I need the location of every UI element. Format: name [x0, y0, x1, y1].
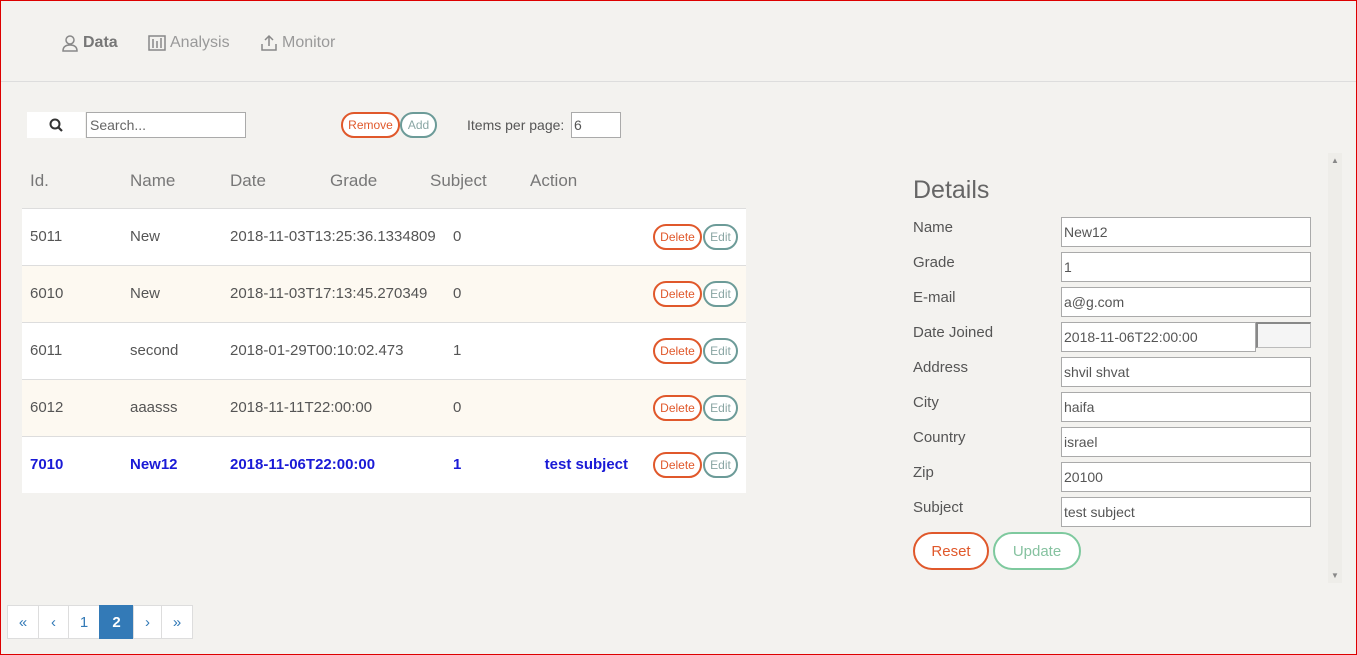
cell-date: 2018-01-29T00:10:02.473	[230, 342, 404, 359]
search-input[interactable]	[86, 112, 246, 138]
edit-button[interactable]: Edit	[703, 338, 738, 364]
cell-subject: test subject	[544, 456, 628, 473]
details-scrollbar[interactable]	[1328, 153, 1342, 583]
city-label: City	[913, 394, 939, 411]
data-table: 5011 New 2018-11-03T13:25:36.1334809 0 D…	[22, 208, 746, 493]
cell-name: New	[130, 285, 161, 302]
top-nav: Data Analysis Monitor	[1, 1, 1356, 82]
name-field[interactable]	[1061, 217, 1311, 247]
edit-button[interactable]: Edit	[703, 281, 738, 307]
nav-tab-data[interactable]: Data	[61, 34, 118, 52]
zip-label: Zip	[913, 464, 934, 481]
country-label: Country	[913, 429, 966, 446]
email-field[interactable]	[1061, 287, 1311, 317]
add-button[interactable]: Add	[400, 112, 437, 138]
date-joined-label: Date Joined	[913, 324, 994, 341]
scroll-down-icon[interactable]: ▼	[1331, 571, 1339, 580]
delete-button[interactable]: Delete	[653, 281, 702, 307]
cell-date: 2018-11-03T13:25:36.1334809	[230, 228, 436, 245]
chart-icon	[148, 35, 166, 51]
subject-label: Subject	[913, 499, 964, 516]
page-2-button[interactable]: 2	[99, 605, 134, 639]
nav-tab-data-label: Data	[83, 34, 118, 51]
cell-date: 2018-11-03T17:13:45.270349	[230, 285, 428, 302]
details-title: Details	[913, 176, 990, 204]
page-next-button[interactable]: ›	[133, 605, 162, 639]
cell-date: 2018-11-11T22:00:00	[230, 399, 373, 416]
cell-grade: 0	[453, 399, 462, 416]
upload-icon	[261, 34, 277, 51]
city-field[interactable]	[1061, 392, 1311, 422]
cell-name: second	[130, 342, 179, 359]
cell-grade: 1	[453, 456, 462, 473]
date-picker-toggle[interactable]	[1256, 322, 1311, 348]
table-row[interactable]: 6010 New 2018-11-03T17:13:45.270349 0 De…	[22, 265, 746, 322]
table-row[interactable]: 5011 New 2018-11-03T13:25:36.1334809 0 D…	[22, 208, 746, 265]
edit-button[interactable]: Edit	[703, 395, 738, 421]
table-row[interactable]: 6012 aaasss 2018-11-11T22:00:00 0 Delete…	[22, 379, 746, 436]
page-prev-button[interactable]: ‹	[38, 605, 69, 639]
nav-tab-analysis[interactable]: Analysis	[148, 34, 230, 52]
cell-id: 6011	[30, 342, 63, 359]
remove-button[interactable]: Remove	[341, 112, 400, 138]
nav-tab-monitor[interactable]: Monitor	[260, 34, 335, 52]
items-per-page-input[interactable]	[571, 112, 621, 138]
cell-name: aaasss	[130, 399, 178, 416]
address-label: Address	[913, 359, 969, 376]
column-header-id: Id.	[30, 171, 49, 190]
cell-id: 6012	[30, 399, 64, 416]
column-header-grade: Grade	[330, 171, 378, 190]
delete-button[interactable]: Delete	[653, 452, 702, 478]
user-icon	[62, 35, 78, 52]
date-joined-field[interactable]	[1061, 322, 1256, 352]
table-row[interactable]: 6011 second 2018-01-29T00:10:02.473 1 De…	[22, 322, 746, 379]
cell-grade: 1	[453, 342, 462, 359]
update-button[interactable]: Update	[993, 532, 1081, 570]
cell-name: New12	[130, 456, 178, 473]
grade-label: Grade	[913, 254, 955, 271]
items-per-page-label: Items per page:	[467, 117, 565, 133]
cell-grade: 0	[453, 285, 462, 302]
search-button[interactable]	[27, 112, 85, 138]
column-header-subject: Subject	[430, 171, 487, 190]
grade-field[interactable]	[1061, 252, 1311, 282]
column-header-action: Action	[530, 171, 578, 190]
email-label: E-mail	[913, 289, 956, 306]
cell-id: 7010	[30, 456, 64, 473]
zip-field[interactable]	[1061, 462, 1311, 492]
page-first-button[interactable]: «	[7, 605, 39, 639]
delete-button[interactable]: Delete	[653, 395, 702, 421]
edit-button[interactable]: Edit	[703, 452, 738, 478]
cell-id: 5011	[30, 228, 63, 245]
page-1-button[interactable]: 1	[68, 605, 100, 639]
nav-tab-analysis-label: Analysis	[170, 34, 230, 51]
scroll-up-icon[interactable]: ▲	[1331, 156, 1339, 165]
cell-id: 6010	[30, 285, 64, 302]
search-icon	[49, 118, 63, 132]
cell-grade: 0	[453, 228, 462, 245]
edit-button[interactable]: Edit	[703, 224, 738, 250]
nav-tab-monitor-label: Monitor	[282, 34, 336, 51]
page-last-button[interactable]: »	[161, 605, 193, 639]
table-row-selected[interactable]: 7010 New12 2018-11-06T22:00:00 1 test su…	[22, 436, 746, 493]
reset-button[interactable]: Reset	[913, 532, 989, 570]
address-field[interactable]	[1061, 357, 1311, 387]
country-field[interactable]	[1061, 427, 1311, 457]
subject-field[interactable]	[1061, 497, 1311, 527]
delete-button[interactable]: Delete	[653, 224, 702, 250]
pagination: « ‹ 1 2 › »	[7, 605, 193, 639]
delete-button[interactable]: Delete	[653, 338, 702, 364]
cell-date: 2018-11-06T22:00:00	[230, 456, 376, 473]
cell-name: New	[130, 228, 161, 245]
column-header-date: Date	[230, 171, 266, 190]
column-header-name: Name	[130, 171, 176, 190]
name-label: Name	[913, 219, 954, 236]
